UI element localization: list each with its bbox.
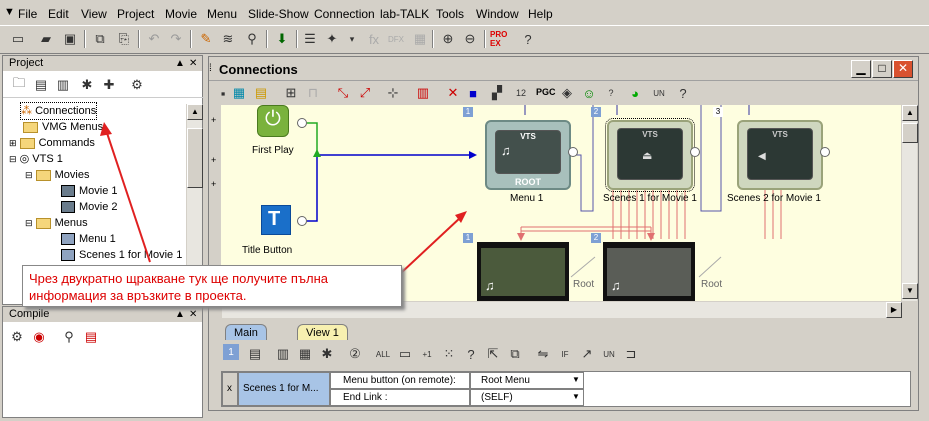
- callout-note: Чрез двукратно щракване тук ще получите …: [22, 265, 402, 307]
- annotation-arrow-line: [105, 129, 151, 263]
- annotation-arrow-head: [100, 122, 112, 136]
- callout-text: Чрез двукратно щракване тук ще получите …: [29, 271, 329, 303]
- annotation-overlay: [100, 122, 151, 263]
